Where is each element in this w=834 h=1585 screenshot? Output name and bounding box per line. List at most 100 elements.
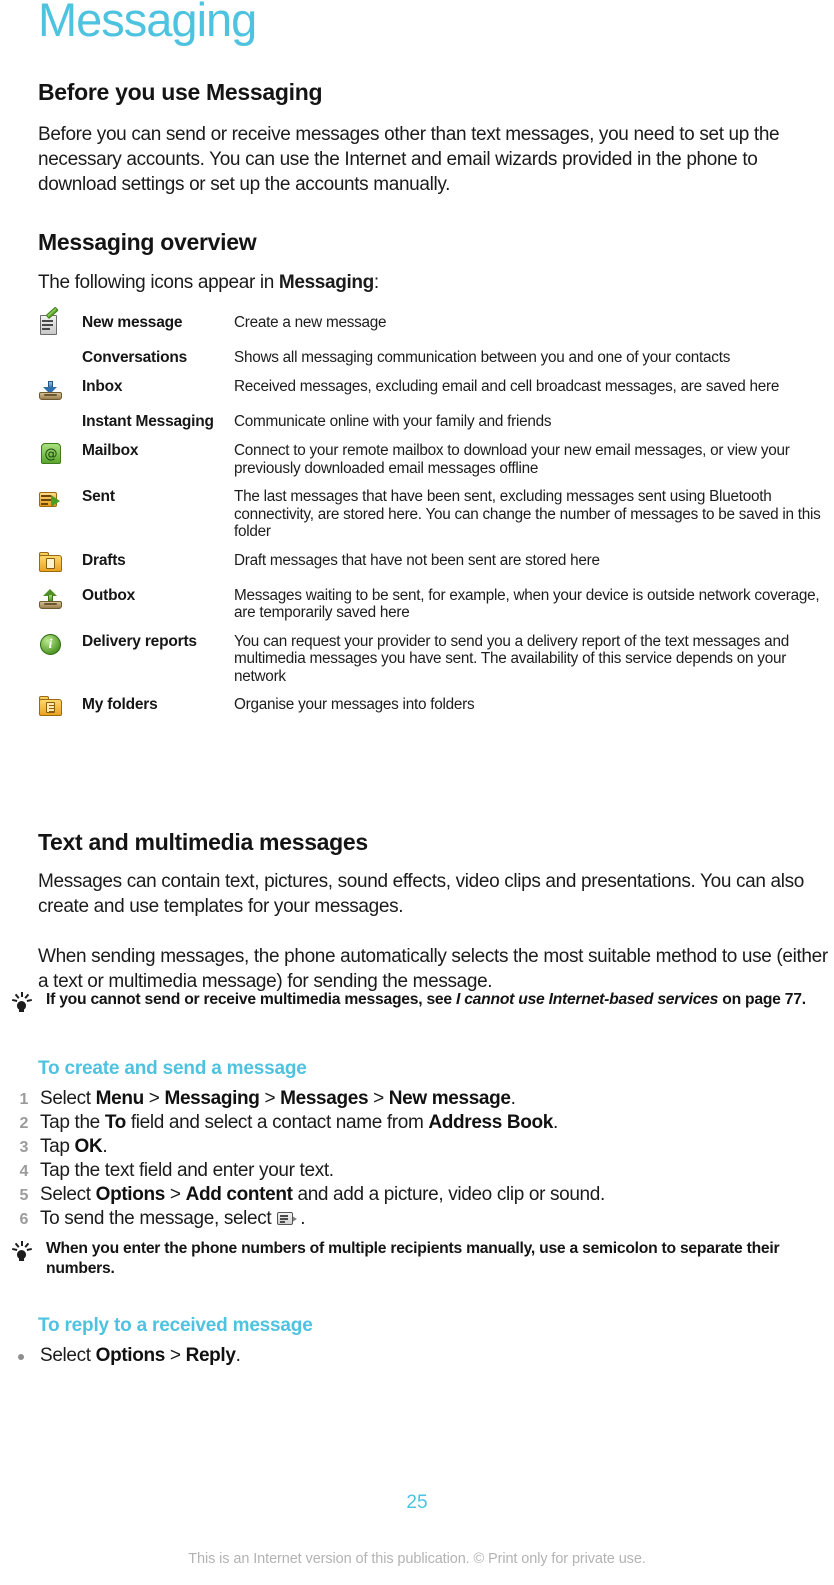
step-text: Tap the text field and enter your text. — [40, 1160, 334, 1181]
page-title: Messaging — [38, 0, 257, 46]
icon-label: My folders — [82, 696, 158, 713]
step-number: 5 — [19, 1187, 28, 1204]
icon-description: The last messages that have been sent, e… — [234, 488, 821, 540]
manual-page: Messaging Before you use Messaging Befor… — [0, 0, 834, 1585]
step-text: . — [300, 1208, 306, 1229]
messaging-icon-table: New message Create a new message Conversat… — [38, 306, 828, 731]
mailbox-icon: @ — [38, 442, 64, 466]
list-item: 1 Select Menu > Messaging > Messages > Ne… — [10, 1087, 834, 1111]
heading-text-multimedia: Text and multimedia messages — [38, 829, 368, 855]
icon-cell — [38, 488, 82, 552]
heading-messaging-overview: Messaging overview — [38, 229, 257, 255]
icon-cell: i — [38, 633, 82, 697]
step-emphasis: Menu — [95, 1088, 145, 1109]
icon-description: Communicate online with your family and … — [234, 413, 552, 430]
step-text: > — [259, 1088, 281, 1109]
table-row: My folders Organise your messages into fo… — [38, 696, 828, 731]
tip1-suffix: on page 77. — [718, 991, 806, 1008]
icon-description: Messages waiting to be sent, for example… — [234, 586, 820, 622]
icon-label: Conversations — [82, 349, 188, 366]
step-number: 2 — [19, 1115, 28, 1132]
icon-label: Inbox — [82, 378, 123, 395]
icon-cell — [38, 551, 82, 587]
paragraph-before-you-use: Before you can send or receive messages … — [38, 124, 780, 195]
step-emphasis: Address Book — [428, 1112, 554, 1133]
footer-note: This is an Internet version of this publ… — [188, 1551, 646, 1567]
icon-cell — [38, 306, 82, 349]
inbox-icon — [38, 378, 64, 402]
icon-label: Mailbox — [82, 442, 139, 459]
step-number: 3 — [19, 1139, 28, 1156]
step-text: > — [368, 1088, 389, 1109]
icon-cell — [38, 378, 82, 413]
delivery-reports-icon: i — [38, 633, 64, 657]
icon-label: Instant Messaging — [82, 413, 214, 430]
step-number: 6 — [19, 1211, 28, 1228]
outbox-icon — [38, 587, 64, 611]
list-item: 2 Tap the To field and select a contact n… — [10, 1111, 834, 1135]
my-folders-icon — [38, 696, 64, 720]
step-number: 4 — [19, 1163, 28, 1180]
list-item: 6 To send the message, select . — [10, 1207, 834, 1231]
icon-description: You can request your provider to send yo… — [234, 632, 789, 685]
table-row: Sent The last messages that have been sen… — [38, 488, 828, 552]
icon-cell — [38, 587, 82, 633]
tip-multimedia-text: If you cannot send or receive multimedia… — [46, 990, 828, 1010]
tip1-prefix: If you cannot send or receive multimedia… — [46, 991, 456, 1008]
step-text: . — [102, 1136, 108, 1157]
icon-label: New message — [82, 314, 183, 331]
paragraph-overview-intro: The following icons appear in Messaging: — [38, 270, 828, 295]
step-emphasis: Add content — [185, 1184, 293, 1205]
step-text: Select — [40, 1088, 96, 1109]
icon-description: Organise your messages into folders — [234, 696, 475, 713]
heading-create-send-message: To create and send a message — [38, 1058, 307, 1079]
step-text: Select — [40, 1184, 96, 1205]
step-emphasis: Options — [95, 1184, 166, 1205]
step-text: Tap the — [40, 1112, 105, 1133]
sent-icon — [38, 488, 64, 512]
reply-bold-options: Options — [95, 1345, 166, 1366]
step-text: and add a picture, video clip or sound. — [292, 1184, 605, 1205]
table-row: New message Create a new message — [38, 306, 828, 349]
lightbulb-icon — [8, 1241, 34, 1267]
step-number: 1 — [19, 1091, 28, 1108]
icon-description: Received messages, excluding email and c… — [234, 378, 780, 395]
paragraph-textmm-1: Messages can contain text, pictures, sou… — [38, 871, 804, 917]
bullet-icon — [18, 1354, 24, 1360]
table-row: Drafts Draft messages that have not been … — [38, 551, 828, 587]
tip-multimedia: If you cannot send or receive multimedia… — [8, 990, 828, 1012]
overview-intro-bold: Messaging — [278, 272, 374, 293]
create-send-steps: 1 Select Menu > Messaging > Messages > Ne… — [10, 1087, 834, 1231]
list-item: Select Options > Reply. — [10, 1344, 834, 1368]
list-item: 3 Tap OK. — [10, 1135, 834, 1159]
icon-description: Create a new message — [234, 314, 387, 331]
overview-intro-suffix: : — [373, 272, 379, 293]
step-emphasis: Messaging — [164, 1088, 260, 1109]
list-item: 4 Tap the text field and enter your text. — [10, 1159, 834, 1183]
new-message-icon — [38, 306, 64, 338]
table-row: Inbox Received messages, excluding email … — [38, 378, 828, 413]
icon-cell: @ — [38, 442, 82, 488]
icon-description: Connect to your remote mailbox to downlo… — [234, 442, 790, 477]
reply-bold-reply: Reply — [185, 1345, 236, 1366]
tip-semicolon: When you enter the phone numbers of mult… — [8, 1239, 828, 1279]
icon-label: Outbox — [82, 586, 136, 604]
table-row: Conversations Shows all messaging communi… — [38, 349, 828, 378]
icon-cell — [38, 349, 82, 378]
icon-cell — [38, 696, 82, 731]
icon-label: Delivery reports — [82, 632, 197, 650]
paragraph-textmm-2: When sending messages, the phone automat… — [38, 946, 828, 992]
table-row: Instant Messaging Communicate online with… — [38, 413, 828, 442]
step-emphasis: To — [104, 1112, 126, 1133]
step-emphasis: Messages — [280, 1088, 369, 1109]
reply-prefix: Select — [40, 1345, 96, 1366]
overview-intro-prefix: The following icons appear in — [38, 272, 279, 293]
step-text: > — [164, 1184, 186, 1205]
heading-before-you-use: Before you use Messaging — [38, 79, 323, 105]
tip1-italic: I cannot use Internet-based services — [455, 991, 719, 1008]
page-number: 25 — [406, 1492, 428, 1513]
icon-description: Draft messages that have not been sent a… — [234, 551, 600, 569]
tip-semicolon-text: When you enter the phone numbers of mult… — [46, 1240, 780, 1277]
icon-label: Drafts — [82, 551, 126, 569]
reply-separator: > — [164, 1345, 186, 1366]
